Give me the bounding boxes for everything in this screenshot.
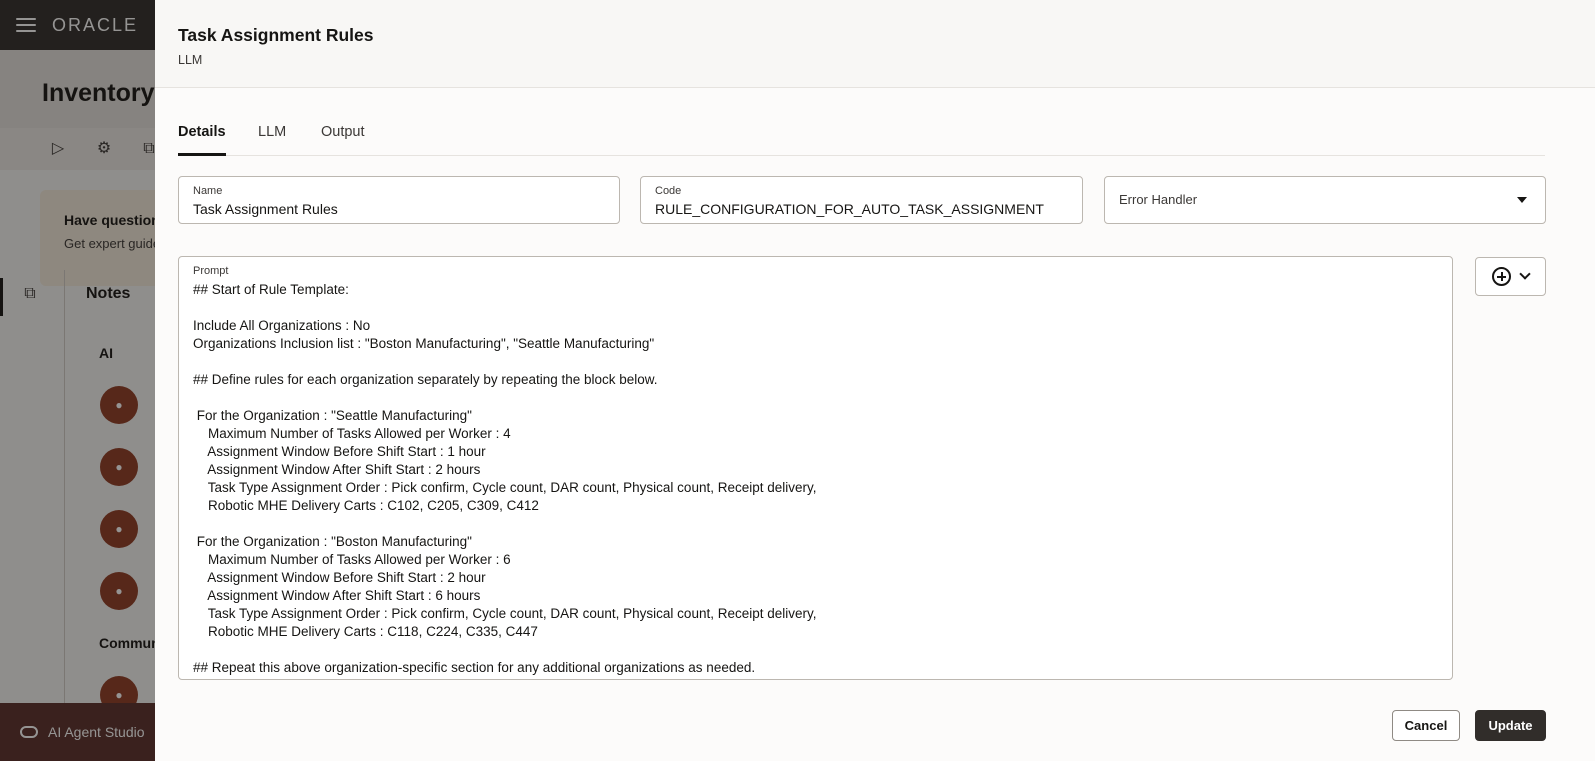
tab-llm[interactable]: LLM (258, 123, 286, 156)
insert-menu-button[interactable] (1475, 257, 1546, 296)
prompt-textarea[interactable]: Prompt ## Start of Rule Template: Includ… (178, 256, 1453, 680)
drawer-header: Task Assignment Rules LLM (155, 0, 1595, 88)
add-circle-icon (1492, 267, 1511, 286)
task-assignment-drawer: Task Assignment Rules LLM Details LLM Ou… (155, 0, 1595, 761)
code-field[interactable]: Code RULE_CONFIGURATION_FOR_AUTO_TASK_AS… (640, 176, 1083, 224)
prompt-text[interactable]: ## Start of Rule Template: Include All O… (193, 281, 1438, 677)
tab-details[interactable]: Details (178, 123, 226, 156)
code-label: Code (655, 185, 682, 197)
prompt-label: Prompt (193, 265, 229, 277)
update-button[interactable]: Update (1475, 710, 1546, 741)
error-handler-placeholder: Error Handler (1119, 192, 1198, 207)
name-field[interactable]: Name Task Assignment Rules (178, 176, 620, 224)
caret-down-icon[interactable] (1517, 197, 1527, 203)
name-value[interactable]: Task Assignment Rules (193, 200, 605, 218)
name-label: Name (193, 185, 223, 197)
tab-bar: Details LLM Output (178, 123, 1545, 156)
code-value[interactable]: RULE_CONFIGURATION_FOR_AUTO_TASK_ASSIGNM… (655, 200, 1068, 218)
tab-output[interactable]: Output (321, 123, 365, 156)
error-handler-select[interactable]: Error Handler (1104, 176, 1546, 224)
chevron-down-icon (1519, 268, 1531, 280)
drawer-body: Details LLM Output Name Task Assignment … (155, 88, 1595, 761)
cancel-button[interactable]: Cancel (1392, 710, 1460, 741)
drawer-subtitle: LLM (178, 53, 203, 67)
drawer-title: Task Assignment Rules (178, 25, 374, 45)
